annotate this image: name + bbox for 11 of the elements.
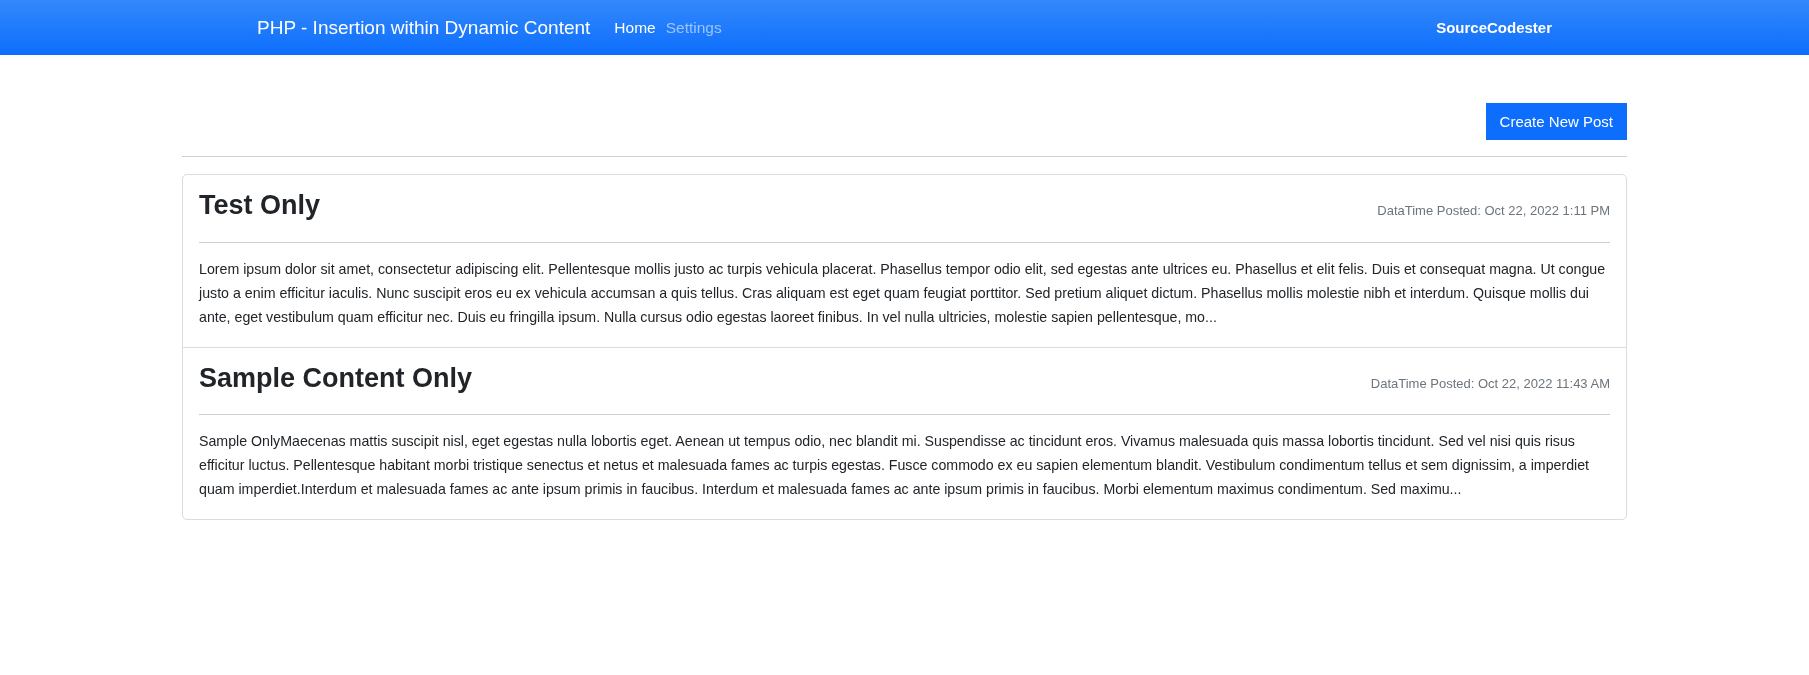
post-title: Sample Content Only	[199, 361, 473, 395]
post-date: DataTime Posted: Oct 22, 2022 1:11 PM	[1377, 203, 1610, 218]
create-post-button[interactable]: Create New Post	[1485, 103, 1627, 140]
post-date: DataTime Posted: Oct 22, 2022 11:43 AM	[1370, 375, 1610, 391]
brand-title[interactable]: PHP - Insertion within Dynamic Content	[257, 16, 591, 39]
nav-link[interactable]: Home	[614, 18, 656, 37]
nav-link[interactable]: Settings	[665, 18, 722, 37]
post-excerpt: Lorem ipsum dolor sit amet, consectetur adipiscing elit. Pellentesque mollis justo ac turpis vehicula placerat. Phasellus tempor odio elit, sed egestas ante ultrices eu. Phasellus et elit felis. Duis et consequat magna. Ut congue justo a enim efficitur iaculis. Nunc suscipit eros eu ex vehicula accumsan a quis tellus. Cras aliquam est eget quam feugiat porttitor. Sed pretium aliquet dictum. Phasellus mollis molestie nibh et interdum. Quisque mollis dui ante, eget vestibulum quam efficitur nec. Duis eu fringilla ipsum. Nulla cursus odio egestas laoreet finibus. In vel nulla ultricies, molestie sapien pellentesque, mo...	[199, 259, 1607, 327]
post-title: Test Only	[199, 189, 321, 222]
site-name: SourceCodester	[1436, 19, 1552, 36]
post-excerpt: Sample OnlyMaecenas mattis suscipit nisl, eget egestas nulla lobortis eget. Aenean ut tempus odio, nec blandit mi. Suspendisse ac tincidunt eros. Vivamus malesuada quis massa lobortis tincidunt. Sed vel nisi quis risus efficitur luctus. Pellentesque habitant morbi tristique senectus et netus et malesuada fames ac turpis egestas. Fusce commodo ex eu sapien elementum blandit. Vestibulum condimentum tellus et sem dignissim, a imperdiet quam imperdiet.Interdum et malesuada fames ac ante ipsum primis in faucibus. Interdum et malesuada fames ac ante ipsum primis in faucibus. Morbi elementum maximus condimentum. Sed maximu...	[199, 432, 1591, 499]
